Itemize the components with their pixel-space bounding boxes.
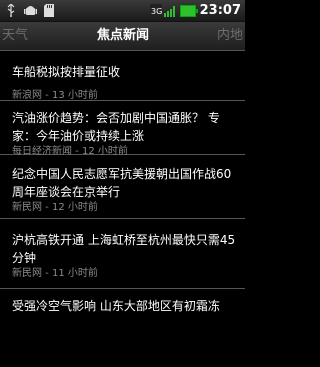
news-item[interactable]: 汽油涨价趋势：会否加剧中国通胀？ 专家：今年油价或持续上涨 每日经济新闻 - 1… [0,101,245,157]
news-headline: 纪念中国人民志愿军抗美援朝出国作战60周年座谈会在京举行 [12,167,232,199]
news-headline: 汽油涨价趋势：会否加剧中国通胀？ 专家：今年油价或持续上涨 [12,111,220,143]
news-headline: 车船税拟按排量征收 [12,65,121,79]
battery-icon [180,5,198,17]
news-item[interactable]: 沪杭高铁开通 上海虹桥至杭州最快只需45分钟 新民网 - 11 小时前 [0,219,245,289]
news-meta: 新民网 - 11 小时前 [12,268,98,279]
tab-bar: 天气 焦点新闻 内地 [0,22,245,51]
svg-text:3G: 3G [151,7,162,16]
android-debug-icon [24,6,37,15]
tab-weather[interactable]: 天气 [2,22,42,50]
news-item[interactable]: 车船税拟按排量征收 新浪网 - 13 小时前 [0,51,245,101]
clock: 23:07 [199,3,241,18]
news-meta: 新民网 - 12 小时前 [12,202,98,213]
signal-bars-icon [164,6,175,17]
tab-mainland[interactable]: 内地 [203,22,243,50]
news-item[interactable]: 受强冷空气影响 山东大部地区有初霜冻 [0,289,245,329]
news-headline: 沪杭高铁开通 上海虹桥至杭州最快只需45分钟 [12,233,236,265]
news-item[interactable]: 纪念中国人民志愿军抗美援朝出国作战60周年座谈会在京举行 新民网 - 12 小时… [0,155,245,219]
usb-icon [7,4,15,17]
tab-top-news[interactable]: 焦点新闻 [68,22,178,50]
news-headline: 受强冷空气影响 山东大部地区有初霜冻 [12,299,220,313]
status-bar: 3G 23:07 [0,0,245,22]
news-list: 车船税拟按排量征收 新浪网 - 13 小时前 汽油涨价趋势：会否加剧中国通胀？ … [0,51,245,329]
signal-3g-icon: 3G [150,4,162,17]
sd-card-icon [44,4,54,17]
